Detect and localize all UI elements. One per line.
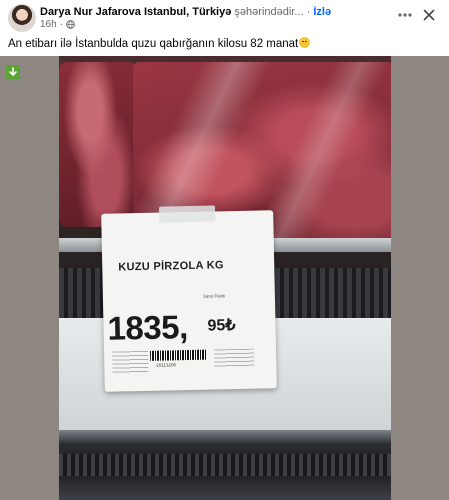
tag-clip <box>159 205 216 223</box>
fine-print-left <box>112 350 149 374</box>
price-decimal: 95₺ <box>207 317 236 335</box>
close-button[interactable] <box>420 6 438 24</box>
barcode-number: 20113206 <box>156 362 177 368</box>
price-whole: 1835, <box>107 308 189 347</box>
more-icon <box>398 13 412 17</box>
follow-link[interactable]: İzlə <box>313 6 331 18</box>
price-sub-label: Satış Fiyatı <box>202 293 226 299</box>
caption-text: An etibarı ilə İstanbulda quzu qabırğanı… <box>8 38 299 50</box>
arrow-down-icon <box>9 67 17 77</box>
meat-counter-photo: KUZU PİRZOLA KG Satış Fiyatı 1835, 95₺ 2… <box>59 56 391 500</box>
post-time[interactable]: 16h <box>40 19 57 30</box>
post-header: Darya Nur Jafarova Istanbul, Türkiyə şəh… <box>40 6 400 18</box>
facebook-post: Darya Nur Jafarova Istanbul, Türkiyə şəh… <box>0 0 449 500</box>
bottom-grille <box>59 454 391 476</box>
meta-separator: · <box>59 19 64 30</box>
barcode <box>150 349 207 361</box>
post-caption: An etibarı ilə İstanbulda quzu qabırğanı… <box>8 37 311 50</box>
location-text: şəhərindədir... <box>234 6 304 18</box>
post-meta: 16h · <box>40 19 75 30</box>
price-tag: KUZU PİRZOLA KG Satış Fiyatı 1835, 95₺ 2… <box>101 205 277 392</box>
product-name: KUZU PİRZOLA KG <box>118 259 224 274</box>
grinning-emoji-icon <box>299 37 311 48</box>
close-icon <box>423 9 435 21</box>
download-icon[interactable] <box>6 65 20 79</box>
meat-pile <box>59 62 137 227</box>
globe-icon <box>66 20 75 29</box>
fine-print-right <box>214 348 255 368</box>
more-options-button[interactable] <box>396 6 414 24</box>
post-media[interactable]: KUZU PİRZOLA KG Satış Fiyatı 1835, 95₺ 2… <box>0 56 449 500</box>
header-separator: · <box>306 6 311 18</box>
author-avatar[interactable] <box>8 4 36 32</box>
author-name[interactable]: Darya Nur Jafarova Istanbul, Türkiyə <box>40 6 231 18</box>
